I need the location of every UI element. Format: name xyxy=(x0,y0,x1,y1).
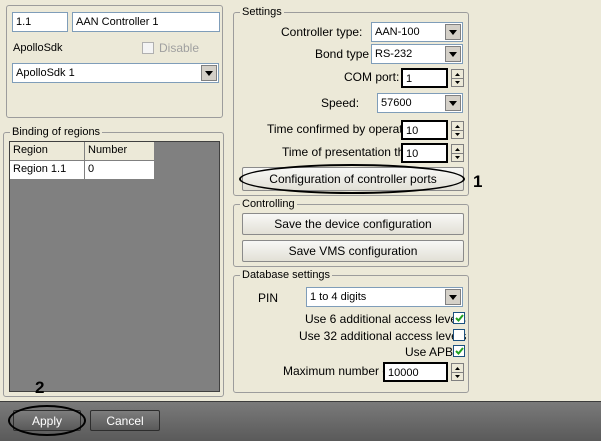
controlling-title: Controlling xyxy=(240,197,297,211)
device-id-field[interactable]: 1.1 xyxy=(12,12,68,32)
com-port-spinner[interactable] xyxy=(451,69,464,87)
use6-checkbox[interactable] xyxy=(453,312,465,324)
binding-title: Binding of regions xyxy=(10,125,103,139)
save-device-config-button[interactable]: Save the device configuration xyxy=(242,213,464,235)
settings-groupbox: Settings Controller type: AAN-100 Bond t… xyxy=(233,5,469,196)
max-number-field[interactable]: 10000 xyxy=(383,362,448,382)
use32-checkbox[interactable] xyxy=(453,329,465,341)
time-confirmed-spinner[interactable] xyxy=(451,121,464,139)
controlling-groupbox: Controlling Save the device configuratio… xyxy=(233,197,469,267)
spin-up-icon[interactable] xyxy=(452,122,463,130)
cancel-button[interactable]: Cancel xyxy=(90,410,160,431)
database-groupbox: Database settings PIN 1 to 4 digits Use … xyxy=(233,268,469,393)
save-vms-config-button[interactable]: Save VMS configuration xyxy=(242,240,464,262)
time-presentation-spinner[interactable] xyxy=(451,144,464,162)
config-ports-button[interactable]: Configuration of controller ports xyxy=(242,167,464,191)
time-presentation-label: Time of presentation the xyxy=(282,145,411,159)
spin-down-icon[interactable] xyxy=(452,78,463,86)
apply-button[interactable]: Apply xyxy=(13,410,81,431)
time-confirmed-label: Time confirmed by operator: xyxy=(267,122,417,136)
regions-table[interactable]: Region Number Region 1.1 0 xyxy=(9,141,220,392)
speed-value: 57600 xyxy=(381,97,412,109)
bond-type-label: Bond type xyxy=(315,47,370,61)
column-header-number[interactable]: Number xyxy=(85,142,155,161)
database-title: Database settings xyxy=(240,268,333,282)
spin-down-icon[interactable] xyxy=(452,130,463,138)
table-cell-number[interactable]: 0 xyxy=(85,161,155,180)
bond-type-value: RS-232 xyxy=(375,48,413,60)
spin-up-icon[interactable] xyxy=(452,364,463,372)
callout-2: 2 xyxy=(35,378,45,397)
controller-type-value: AAN-100 xyxy=(375,26,420,38)
speed-select[interactable]: 57600 xyxy=(377,93,463,113)
speed-label: Speed: xyxy=(321,96,360,110)
parent-select-value: ApolloSdk 1 xyxy=(16,67,75,79)
controller-type-select[interactable]: AAN-100 xyxy=(371,22,463,42)
apb-label: Use APB xyxy=(405,345,454,359)
parent-label: ApolloSdk xyxy=(13,42,63,54)
settings-title: Settings xyxy=(240,5,284,19)
spin-up-icon[interactable] xyxy=(452,70,463,78)
spin-down-icon[interactable] xyxy=(452,372,463,380)
use32-label: Use 32 additional access levels xyxy=(299,329,467,343)
pin-select[interactable]: 1 to 4 digits xyxy=(306,287,463,307)
use6-label: Use 6 additional access levels xyxy=(305,312,466,326)
disable-label: Disable xyxy=(159,41,200,55)
callout-1: 1 xyxy=(473,172,483,191)
chevron-down-icon[interactable] xyxy=(445,95,461,111)
time-presentation-field[interactable]: 10 xyxy=(401,143,448,163)
parent-select[interactable]: ApolloSdk 1 xyxy=(12,63,219,83)
max-number-spinner[interactable] xyxy=(451,363,464,381)
controller-type-label: Controller type: xyxy=(281,25,363,39)
checkmark-icon xyxy=(454,347,464,355)
binding-groupbox: Binding of regions Region Number Region … xyxy=(3,125,224,397)
chevron-down-icon[interactable] xyxy=(201,65,217,81)
device-groupbox: 1.1 AAN Controller 1 ApolloSdk Disable A… xyxy=(6,5,223,118)
column-header-region[interactable]: Region xyxy=(10,142,85,161)
chevron-down-icon[interactable] xyxy=(445,24,461,40)
device-name-field[interactable]: AAN Controller 1 xyxy=(72,12,220,32)
pin-label: PIN xyxy=(258,291,279,305)
spin-up-icon[interactable] xyxy=(452,145,463,153)
chevron-down-icon[interactable] xyxy=(445,289,461,305)
table-cell-region[interactable]: Region 1.1 xyxy=(10,161,85,180)
pin-value: 1 to 4 digits xyxy=(310,291,367,303)
spin-down-icon[interactable] xyxy=(452,153,463,161)
com-port-label: COM port: xyxy=(344,70,400,84)
settings-panel: 1.1 AAN Controller 1 ApolloSdk Disable A… xyxy=(0,0,601,441)
time-confirmed-field[interactable]: 10 xyxy=(401,120,448,140)
com-port-field[interactable]: 1 xyxy=(401,68,448,88)
disable-checkbox[interactable] xyxy=(142,42,154,54)
apb-checkbox[interactable] xyxy=(453,345,465,357)
bond-type-select[interactable]: RS-232 xyxy=(371,44,463,64)
chevron-down-icon[interactable] xyxy=(445,46,461,62)
max-number-label: Maximum number of xyxy=(283,364,393,378)
checkmark-icon xyxy=(454,314,464,322)
